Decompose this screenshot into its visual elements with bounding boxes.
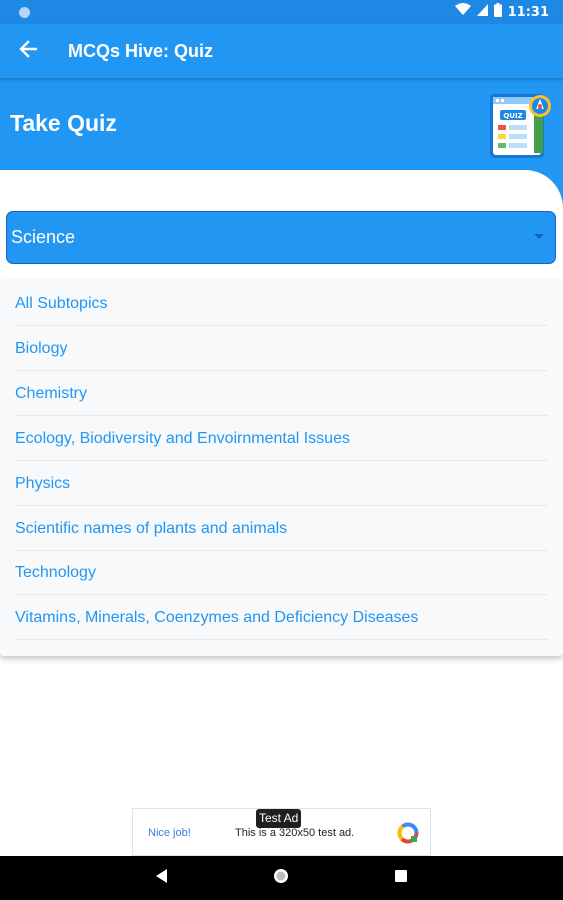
nav-back-icon <box>156 868 168 888</box>
app-bar: MCQs Hive: Quiz <box>0 24 563 78</box>
battery-icon <box>493 2 502 22</box>
subtopic-item[interactable]: All Subtopics <box>15 281 548 326</box>
nav-recents-icon <box>395 869 407 887</box>
nav-home-icon <box>272 867 290 890</box>
notification-dot-icon <box>19 7 30 18</box>
category-dropdown[interactable]: Science <box>6 211 556 264</box>
dropdown-selected-value: Science <box>11 227 76 247</box>
nav-back-button[interactable] <box>152 868 172 888</box>
back-button[interactable] <box>12 35 44 67</box>
subtopic-item[interactable]: Biology <box>15 326 548 371</box>
app-title: MCQs Hive: Quiz <box>68 41 214 61</box>
subtopic-list: All Subtopics Biology Chemistry Ecology,… <box>0 280 563 656</box>
page-title: Take Quiz <box>10 110 117 136</box>
ad-logo-icon <box>396 821 420 845</box>
signal-icon <box>476 3 488 21</box>
subtopic-item[interactable]: Physics <box>15 461 548 506</box>
status-icons: 11:31 <box>454 0 549 24</box>
status-time: 11:31 <box>507 4 549 20</box>
quiz-logo-text: QUIZ <box>503 112 522 120</box>
nav-home-button[interactable] <box>271 868 291 888</box>
quiz-logo-icon: QUIZ <box>488 93 554 159</box>
subtopic-item[interactable]: Chemistry <box>15 371 548 416</box>
arrow-back-icon <box>19 39 38 63</box>
dropdown-arrow-icon <box>534 234 544 239</box>
navigation-bar <box>0 856 563 900</box>
ad-nice-text: Nice job! <box>148 827 191 839</box>
nav-recents-button[interactable] <box>391 868 411 888</box>
subtopic-item[interactable]: Vitamins, Minerals, Coenzymes and Defici… <box>15 595 548 640</box>
wifi-icon <box>454 3 471 21</box>
status-bar: 11:31 <box>0 0 563 24</box>
test-ad-label: Test Ad <box>256 809 302 828</box>
subtopic-item[interactable]: Ecology, Biodiversity and Envoirnmental … <box>15 416 548 461</box>
content-sheet <box>0 170 563 210</box>
subtopic-item[interactable]: Scientific names of plants and animals <box>15 506 548 551</box>
subtopic-item[interactable]: Technology <box>15 550 548 595</box>
header-band: Take Quiz QUIZ <box>0 78 563 170</box>
